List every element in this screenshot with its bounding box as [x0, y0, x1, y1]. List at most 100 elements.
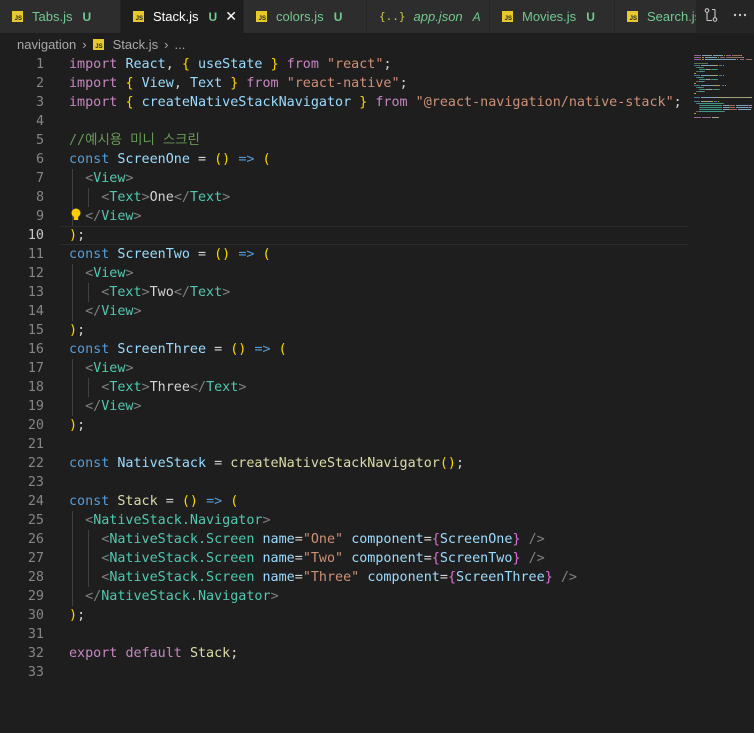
line-number: 26 [27, 532, 44, 547]
code-line[interactable]: 26 <NativeStack.Screen name="One" compon… [0, 530, 690, 549]
tab-tabs-js[interactable]: JS Tabs.js U [0, 0, 121, 33]
code-token: Stack [117, 494, 158, 509]
code-line[interactable]: 22 const NativeStack = createNativeStackN… [0, 454, 690, 473]
lightbulb-icon[interactable] [70, 207, 81, 226]
code-token: View [93, 266, 126, 281]
minimap-mark [702, 77, 704, 78]
code-token: = [189, 247, 215, 262]
minimap-mark [716, 79, 718, 80]
tab-colors-js[interactable]: JS colors.js U [244, 0, 367, 33]
code-token: < [85, 266, 94, 281]
breadcrumb-folder[interactable]: navigation [17, 37, 76, 52]
code-line[interactable]: 10); [0, 226, 690, 245]
code-text: <Text>One</Text> [69, 188, 230, 207]
code-line[interactable]: 4 [0, 112, 690, 131]
code-text: import { createNativeStackNavigator } fr… [69, 93, 682, 112]
code-line[interactable]: 15); [0, 321, 690, 340]
minimap-mark [700, 105, 722, 106]
code-line[interactable]: 6 const ScreenOne = () => ( [0, 150, 690, 169]
json-file-icon: {..} [379, 10, 406, 23]
code-token: View [101, 304, 134, 319]
code-line[interactable]: 16 const ScreenThree = () => ( [0, 340, 690, 359]
code-line[interactable]: 14 </View> [0, 302, 690, 321]
js-file-icon: JS [256, 11, 267, 22]
code-token: ; [399, 76, 408, 91]
code-line[interactable]: 18 <Text>Three</Text> [0, 378, 690, 397]
tab-label: Tabs.js [32, 9, 73, 24]
code-editor[interactable]: 1 import React, { useState } from "react"… [0, 55, 690, 733]
code-line[interactable]: 23 [0, 473, 690, 492]
code-line[interactable]: 25 <NativeStack.Navigator> [0, 511, 690, 530]
minimap-mark [737, 59, 739, 60]
code-line[interactable]: 30); [0, 606, 690, 625]
code-token: ScreenTwo [117, 247, 190, 262]
breadcrumb: navigation › JS Stack.js › ... [0, 33, 754, 55]
code-token: ScreenThree [456, 570, 545, 585]
code-line[interactable]: 32 export default Stack; [0, 644, 690, 663]
minimap-mark [745, 59, 752, 60]
source-compare-icon[interactable] [703, 7, 719, 27]
code-token: component [351, 551, 424, 566]
editor-tab-bar: JS Tabs.js U JS Stack.js U ✕ JS colors.js U {..} ap… [0, 0, 754, 33]
minimap-mark [738, 109, 750, 110]
code-token: = [206, 342, 231, 357]
minimap-mark [694, 57, 702, 58]
code-line[interactable]: 5 //예시용 미니 스크린 [0, 131, 690, 150]
code-line[interactable]: 19 </View> [0, 397, 690, 416]
close-icon[interactable]: ✕ [225, 8, 237, 25]
code-line[interactable]: 27 <NativeStack.Screen name="Two" compon… [0, 549, 690, 568]
minimap-mark [728, 105, 735, 106]
minimap-mark [697, 103, 723, 104]
code-token: Text [189, 285, 223, 300]
js-file-icon: JS [133, 11, 144, 22]
code-token: const [69, 152, 110, 167]
tab-app-json[interactable]: {..} app.json A [367, 0, 490, 33]
code-token: NativeStack.Navigator [101, 589, 271, 604]
code-line[interactable]: 9 </View> [0, 207, 690, 226]
code-token: ) [69, 228, 78, 243]
code-token: Stack [189, 646, 231, 661]
breadcrumb-file[interactable]: Stack.js [113, 37, 159, 52]
breadcrumb-more[interactable]: ... [174, 37, 185, 52]
code-token: < [85, 361, 94, 376]
minimap-mark [703, 81, 705, 82]
code-line[interactable]: 11 const ScreenTwo = () => ( [0, 245, 690, 264]
code-text: </View> [69, 397, 141, 416]
code-line[interactable]: 31 [0, 625, 690, 644]
code-token: </ [85, 399, 102, 414]
code-token: "Two" [302, 551, 344, 566]
tab-stack-js[interactable]: JS Stack.js U ✕ [121, 0, 244, 33]
code-token: </ [85, 589, 102, 604]
code-line[interactable]: 8 <Text>One</Text> [0, 188, 690, 207]
code-token: /> [528, 551, 545, 566]
code-line[interactable]: 17 <View> [0, 359, 690, 378]
code-token: "react-native" [286, 76, 400, 91]
code-line[interactable]: 2 import { View, Text } from "react-nativ… [0, 74, 690, 93]
code-line[interactable]: 29 </NativeStack.Navigator> [0, 587, 690, 606]
code-line[interactable]: 7 <View> [0, 169, 690, 188]
code-line[interactable]: 28 <NativeStack.Screen name="Three" comp… [0, 568, 690, 587]
code-line[interactable]: 1 import React, { useState } from "react"… [0, 55, 690, 74]
code-line[interactable]: 21 [0, 435, 690, 454]
code-line[interactable]: 12 <View> [0, 264, 690, 283]
code-token: > [141, 380, 150, 395]
code-line[interactable]: 20); [0, 416, 690, 435]
code-line[interactable]: 13 <Text>Two</Text> [0, 283, 690, 302]
code-line[interactable]: 33 [0, 663, 690, 682]
code-token: name [262, 570, 295, 585]
code-token: ( [262, 152, 271, 167]
code-line[interactable]: 3 import { createNativeStackNavigator } f… [0, 93, 690, 112]
code-token: ScreenTwo [439, 551, 513, 566]
code-text: //예시용 미니 스크린 [69, 131, 200, 150]
tab-movies-js[interactable]: JS Movies.js U [490, 0, 615, 33]
code-token: const [69, 456, 110, 471]
line-number: 11 [27, 247, 44, 262]
tab-search-js[interactable]: JSSearch.jsU [615, 0, 700, 33]
more-actions-icon[interactable] [732, 7, 748, 27]
minimap[interactable] [694, 55, 752, 135]
code-line[interactable]: 24 const Stack = () => ( [0, 492, 690, 511]
